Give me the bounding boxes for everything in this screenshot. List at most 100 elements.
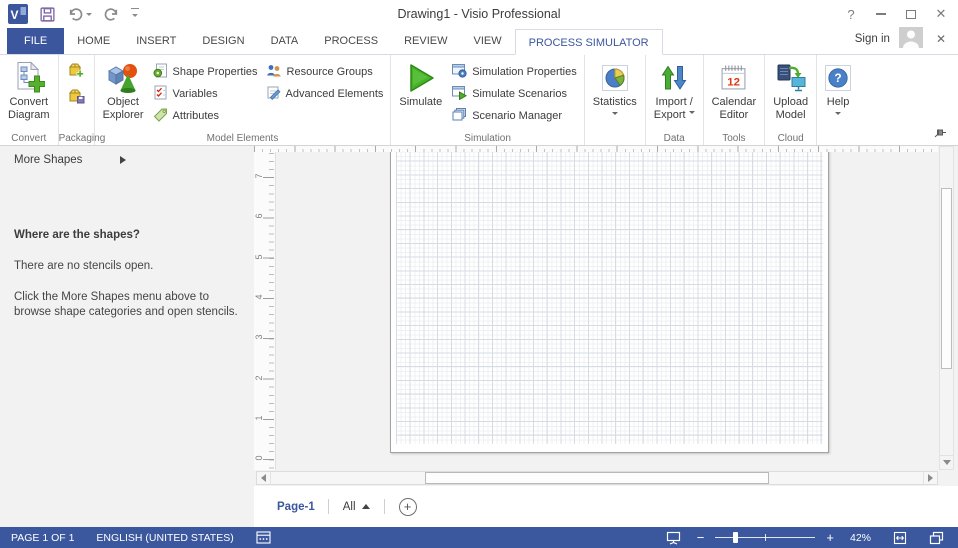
drawing-page[interactable] bbox=[390, 152, 829, 453]
customize-qat-icon[interactable] bbox=[131, 7, 139, 21]
import-export-button[interactable]: Import / Export bbox=[649, 58, 700, 122]
button-label: Statistics bbox=[592, 96, 637, 108]
help-icon: ? bbox=[825, 59, 852, 96]
close-document-button[interactable]: ✕ bbox=[932, 32, 950, 46]
zoom-in-button[interactable]: + bbox=[821, 530, 839, 545]
horizontal-scrollbar[interactable] bbox=[256, 471, 938, 485]
shape-properties-button[interactable]: Shape Properties bbox=[149, 61, 262, 82]
tab-design[interactable]: DESIGN bbox=[189, 28, 257, 54]
scroll-right-button[interactable] bbox=[923, 472, 937, 484]
import-export-icon bbox=[659, 59, 689, 96]
simulation-properties-button[interactable]: Simulation Properties bbox=[447, 61, 581, 82]
ribbon: Convert Diagram Convert Packaging Object… bbox=[0, 55, 958, 146]
upload-model-button[interactable]: Upload Model bbox=[768, 58, 813, 122]
undo-dropdown-caret[interactable] bbox=[86, 12, 92, 19]
add-page-button[interactable]: + bbox=[398, 497, 417, 516]
language-indicator[interactable]: ENGLISH (UNITED STATES) bbox=[85, 527, 244, 548]
maximize-button[interactable] bbox=[896, 1, 926, 27]
scroll-down-button[interactable] bbox=[940, 455, 953, 469]
all-pages-dropdown[interactable]: All bbox=[329, 500, 384, 513]
minimize-button[interactable] bbox=[866, 1, 896, 27]
minimize-icon bbox=[876, 13, 886, 15]
item-label: Advanced Elements bbox=[285, 87, 384, 100]
button-label: Editor bbox=[719, 108, 749, 121]
simulate-scenarios-icon bbox=[451, 85, 468, 103]
button-label: Explorer bbox=[102, 108, 144, 121]
page-tab-page-1[interactable]: Page-1 bbox=[264, 501, 328, 513]
ribbon-group-cloud: Upload Model Cloud bbox=[765, 55, 818, 145]
fit-page-icon[interactable] bbox=[882, 527, 918, 548]
window-title: Drawing1 - Visio Professional bbox=[397, 7, 561, 21]
zoom-slider-midpoint bbox=[765, 534, 767, 541]
more-shapes-menu[interactable]: More Shapes bbox=[0, 146, 254, 166]
group-label-data: Data bbox=[663, 133, 685, 144]
tab-view[interactable]: VIEW bbox=[460, 28, 514, 54]
zoom-slider-thumb[interactable] bbox=[733, 532, 739, 543]
undo-button[interactable] bbox=[67, 6, 92, 23]
scenario-manager-button[interactable]: Scenario Manager bbox=[447, 105, 581, 126]
vertical-scrollbar[interactable] bbox=[939, 146, 954, 470]
zoom-slider[interactable] bbox=[715, 527, 816, 548]
shapes-help-text: Where are the shapes? There are no stenc… bbox=[0, 166, 254, 320]
help-button[interactable]: ? Help bbox=[820, 58, 856, 119]
drawing-area: 7 6 5 4 3 2 1 0 bbox=[254, 146, 958, 470]
redo-icon[interactable] bbox=[103, 6, 120, 23]
arrow-down-icon bbox=[942, 460, 951, 469]
vertical-ruler: 7 6 5 4 3 2 1 0 bbox=[254, 152, 276, 470]
avatar[interactable] bbox=[898, 27, 923, 51]
scenario-manager-icon bbox=[451, 107, 467, 125]
scroll-left-button[interactable] bbox=[257, 472, 271, 484]
simulation-properties-icon bbox=[451, 63, 467, 81]
button-label: Model bbox=[775, 108, 806, 121]
convert-diagram-button[interactable]: Convert Diagram bbox=[3, 58, 55, 122]
visio-app-icon[interactable]: V bbox=[8, 4, 28, 24]
ribbon-group-simulation: Simulate Simulation Properties Simulate … bbox=[391, 55, 585, 145]
title-bar: V Drawing1 - Visio Professional ? ✕ bbox=[0, 0, 958, 28]
simulate-scenarios-button[interactable]: Simulate Scenarios bbox=[447, 83, 581, 104]
switch-windows-icon[interactable] bbox=[918, 527, 958, 548]
group-label-simulation: Simulation bbox=[464, 133, 511, 144]
presentation-mode-icon[interactable] bbox=[655, 527, 692, 548]
canvas-background[interactable] bbox=[276, 152, 938, 470]
package-add-icon[interactable] bbox=[68, 62, 85, 81]
vertical-scrollbar-thumb[interactable] bbox=[941, 188, 952, 369]
attributes-button[interactable]: Attributes bbox=[149, 105, 262, 126]
chevron-up-icon bbox=[361, 500, 370, 509]
ribbon-group-tools: 12 Calendar Editor Tools bbox=[704, 55, 766, 145]
horizontal-scrollbar-thumb[interactable] bbox=[425, 472, 769, 484]
tab-file[interactable]: FILE bbox=[7, 28, 65, 54]
group-label-packaging: Packaging bbox=[58, 133, 106, 144]
group-label-tools: Tools bbox=[722, 133, 746, 144]
statistics-button[interactable]: Statistics bbox=[588, 58, 642, 119]
package-save-icon[interactable] bbox=[68, 88, 85, 107]
item-label: Simulate Scenarios bbox=[472, 87, 567, 100]
advanced-elements-button[interactable]: Advanced Elements bbox=[262, 83, 388, 104]
tab-home[interactable]: HOME bbox=[64, 28, 123, 54]
shapes-help-line2: Click the More Shapes menu above to brow… bbox=[14, 291, 238, 318]
ribbon-tab-bar: FILE HOME INSERT DESIGN DATA PROCESS REV… bbox=[0, 27, 958, 55]
save-icon[interactable] bbox=[39, 6, 56, 23]
close-button[interactable]: ✕ bbox=[926, 1, 956, 27]
sign-in-link[interactable]: Sign in bbox=[855, 33, 890, 45]
tab-review[interactable]: REVIEW bbox=[391, 28, 460, 54]
arrow-left-icon bbox=[257, 474, 266, 482]
page-indicator[interactable]: PAGE 1 OF 1 bbox=[0, 527, 85, 548]
ribbon-group-statistics: Statistics bbox=[585, 55, 646, 145]
svg-text:V: V bbox=[11, 8, 19, 22]
simulate-button[interactable]: Simulate bbox=[394, 58, 447, 110]
quick-access-toolbar: V bbox=[8, 3, 139, 25]
tab-process-simulator[interactable]: PROCESS SIMULATOR bbox=[514, 29, 663, 55]
help-window-button[interactable]: ? bbox=[836, 1, 866, 27]
tab-insert[interactable]: INSERT bbox=[123, 28, 189, 54]
pin-ribbon-icon[interactable] bbox=[934, 127, 946, 141]
resource-groups-button[interactable]: Resource Groups bbox=[262, 61, 388, 82]
macro-record-icon[interactable] bbox=[245, 527, 282, 548]
object-explorer-button[interactable]: Object Explorer bbox=[98, 58, 149, 122]
statistics-dropdown-caret bbox=[611, 111, 618, 118]
calendar-editor-button[interactable]: 12 Calendar Editor bbox=[707, 58, 762, 122]
tab-process[interactable]: PROCESS bbox=[311, 28, 391, 54]
zoom-out-button[interactable]: − bbox=[692, 530, 710, 545]
zoom-level[interactable]: 42% bbox=[839, 527, 882, 548]
variables-button[interactable]: Variables bbox=[149, 83, 262, 104]
tab-data[interactable]: DATA bbox=[258, 28, 312, 54]
